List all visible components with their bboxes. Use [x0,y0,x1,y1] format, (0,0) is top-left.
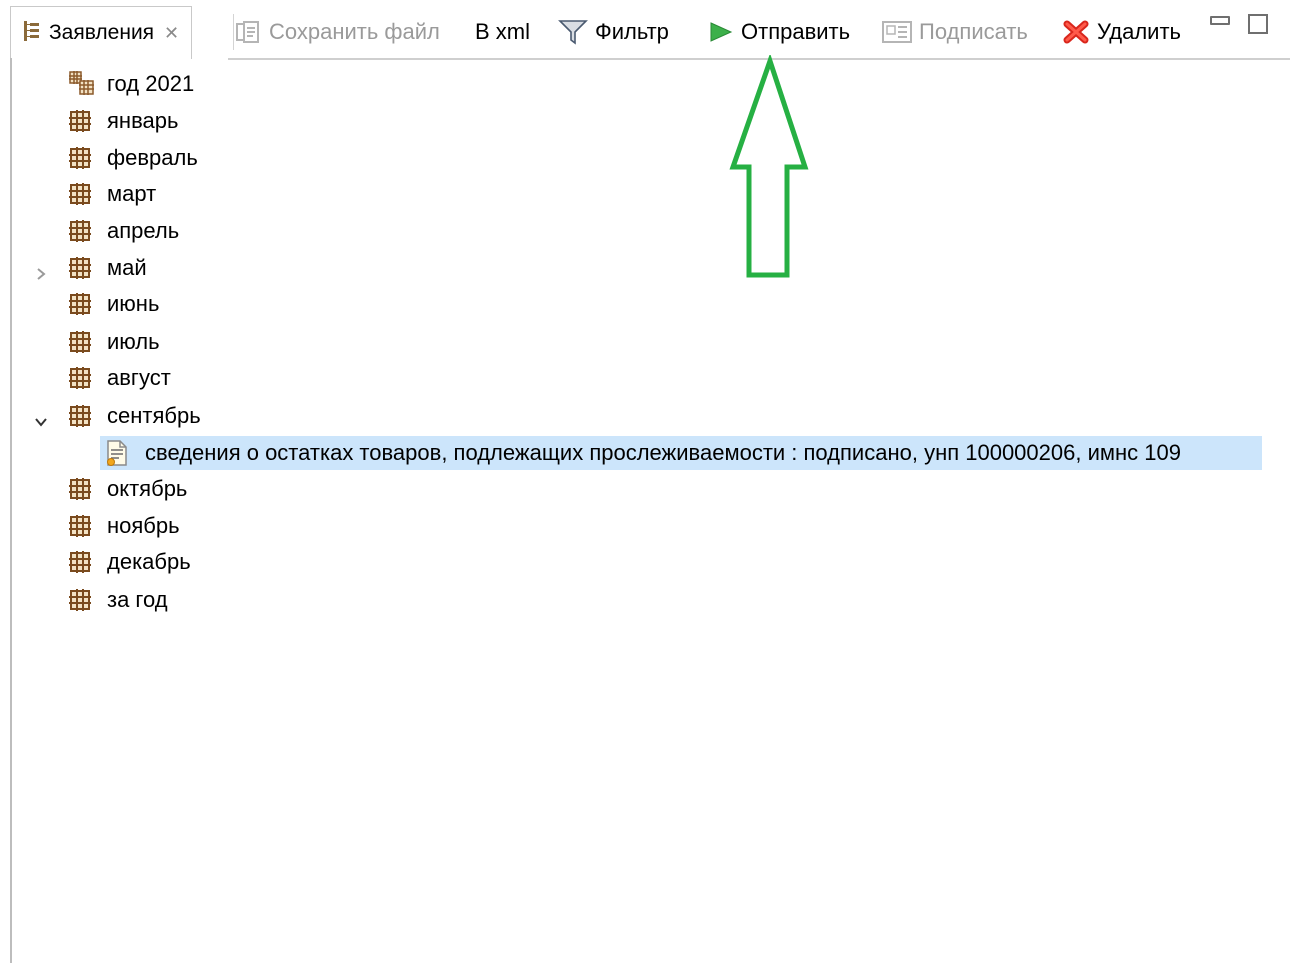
year-grid-icon [69,71,95,101]
tree-item-month[interactable]: март [12,176,1290,212]
tree-item-label: март [107,181,157,206]
sign-button[interactable]: Подписать [882,12,1028,52]
month-grid-icon [69,110,91,138]
send-button[interactable]: Отправить [708,12,850,52]
tree-item-label: сентябрь [107,403,201,428]
minimize-icon[interactable] [1210,15,1230,25]
close-icon[interactable]: ✕ [164,23,179,44]
sign-certificate-icon [882,21,912,43]
tree-item-label: год 2021 [107,71,195,96]
chevron-right-icon[interactable] [34,261,48,280]
month-grid-icon [69,367,91,395]
tree-item-label: февраль [107,145,198,170]
tree-item-month[interactable]: ноябрь [12,508,1290,544]
document-label: сведения о остатках товаров, подлежащих … [145,440,1181,465]
view-controls [1210,14,1268,34]
up-arrow-annotation-icon [725,53,815,290]
filter-label: Фильтр [595,19,669,44]
month-grid-icon [69,257,91,285]
delete-label: Удалить [1097,19,1181,44]
tree-item-month[interactable]: октябрь [12,471,1290,507]
tree-item-label: июль [107,329,160,354]
filter-button[interactable]: Фильтр [558,12,669,52]
delete-button[interactable]: Удалить [1062,12,1181,52]
tree-item-month[interactable]: июнь [12,286,1290,322]
month-grid-icon [69,589,91,617]
delete-x-icon [1062,19,1090,45]
to-xml-label: В xml [475,19,530,44]
tree-item-label: июнь [107,291,160,316]
play-icon [708,20,734,44]
sign-label: Подписать [919,19,1028,44]
tree-item-label: декабрь [107,549,191,574]
signed-document-icon [106,440,128,472]
tree-item-label: август [107,365,171,390]
tree-item-label: октябрь [107,476,188,501]
tree-item-month[interactable]: февраль [12,140,1290,176]
month-grid-icon [69,331,91,359]
funnel-icon [558,18,588,46]
month-grid-icon [69,551,91,579]
to-xml-button[interactable]: В xml [475,12,530,52]
month-grid-icon [69,220,91,248]
tree-item-label: ноябрь [107,513,180,538]
save-file-icon [236,20,262,44]
tree-item-month[interactable]: август [12,360,1290,396]
tree-item-month[interactable]: апрель [12,213,1290,249]
tree-item-month[interactable]: за год [12,582,1290,618]
tree-item-label: апрель [107,218,180,243]
month-grid-icon [69,183,91,211]
tree-item-label: май [107,255,147,280]
send-label: Отправить [741,19,851,44]
tree-item-month[interactable]: июль [12,324,1290,360]
month-grid-icon [69,405,91,433]
tree-item-year[interactable]: год 2021 [12,66,1290,102]
tab-statements[interactable]: Заявления ✕ [10,6,193,59]
month-grid-icon [69,515,91,543]
save-file-button[interactable]: Сохранить файл [236,12,440,52]
maximize-icon[interactable] [1248,14,1268,34]
tree-view-icon [23,20,41,47]
save-file-label: Сохранить файл [269,19,440,44]
tab-label: Заявления [49,21,155,44]
tree-item-month[interactable]: январь [12,103,1290,139]
tree-item-month[interactable]: май [12,250,1290,286]
tree-item-label: за год [107,587,168,612]
tree-item-label: январь [107,108,179,133]
month-grid-icon [69,147,91,175]
chevron-down-icon[interactable] [34,409,48,427]
toolbar-separator [233,14,234,50]
tree-item-month[interactable]: сентябрь [12,398,1290,434]
month-grid-icon [69,293,91,321]
tree-item-month[interactable]: декабрь [12,544,1290,580]
month-grid-icon [69,478,91,506]
